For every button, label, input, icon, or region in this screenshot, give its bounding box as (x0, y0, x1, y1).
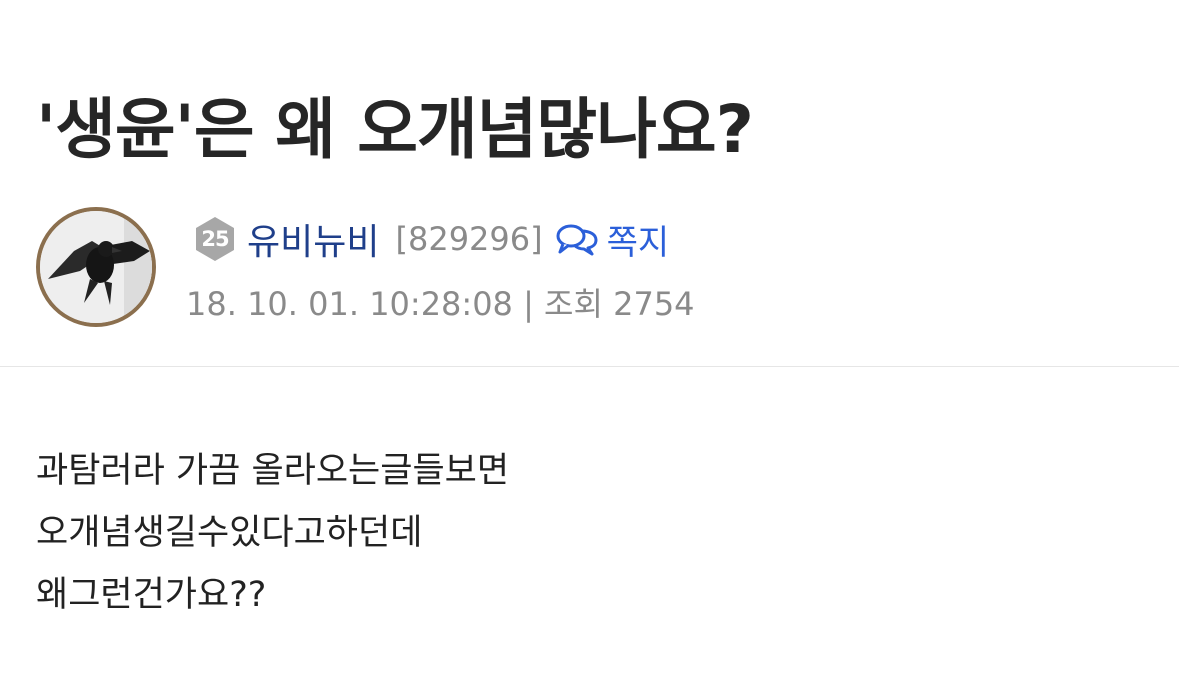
post-datetime: 18. 10. 01. 10:28:08 (186, 285, 513, 323)
chat-bubbles-icon (556, 224, 598, 256)
author-user-id: [829296] (395, 220, 543, 258)
meta-separator: | (523, 285, 534, 323)
author-avatar[interactable] (36, 207, 156, 327)
level-badge: 25 (193, 215, 237, 263)
body-line: 왜그런건가요?? (36, 575, 267, 615)
views-count: 2754 (613, 285, 695, 323)
body-line: 과탐러라 가끔 올라오는글들보면 (36, 451, 510, 491)
message-button[interactable]: 쪽지 (555, 215, 670, 264)
author-row: 25 유비뉴비 [829296] 쪽지 (193, 213, 669, 265)
level-number: 25 (201, 227, 229, 251)
post-title: '생윤'은 왜 오개념많나요? (36, 91, 754, 169)
header-divider (0, 366, 1179, 367)
author-nickname[interactable]: 유비뉴비 (247, 213, 379, 265)
views-label: 조회 (544, 285, 603, 323)
crow-avatar-image (40, 211, 152, 323)
body-line: 오개념생길수있다고하던데 (36, 513, 423, 553)
post-meta: 18. 10. 01. 10:28:08 | 조회 2754 (186, 279, 695, 325)
post-body: 과탐러라 가끔 올라오는글들보면 오개념생길수있다고하던데 왜그런건가요?? (36, 440, 1136, 626)
message-label: 쪽지 (606, 222, 670, 263)
